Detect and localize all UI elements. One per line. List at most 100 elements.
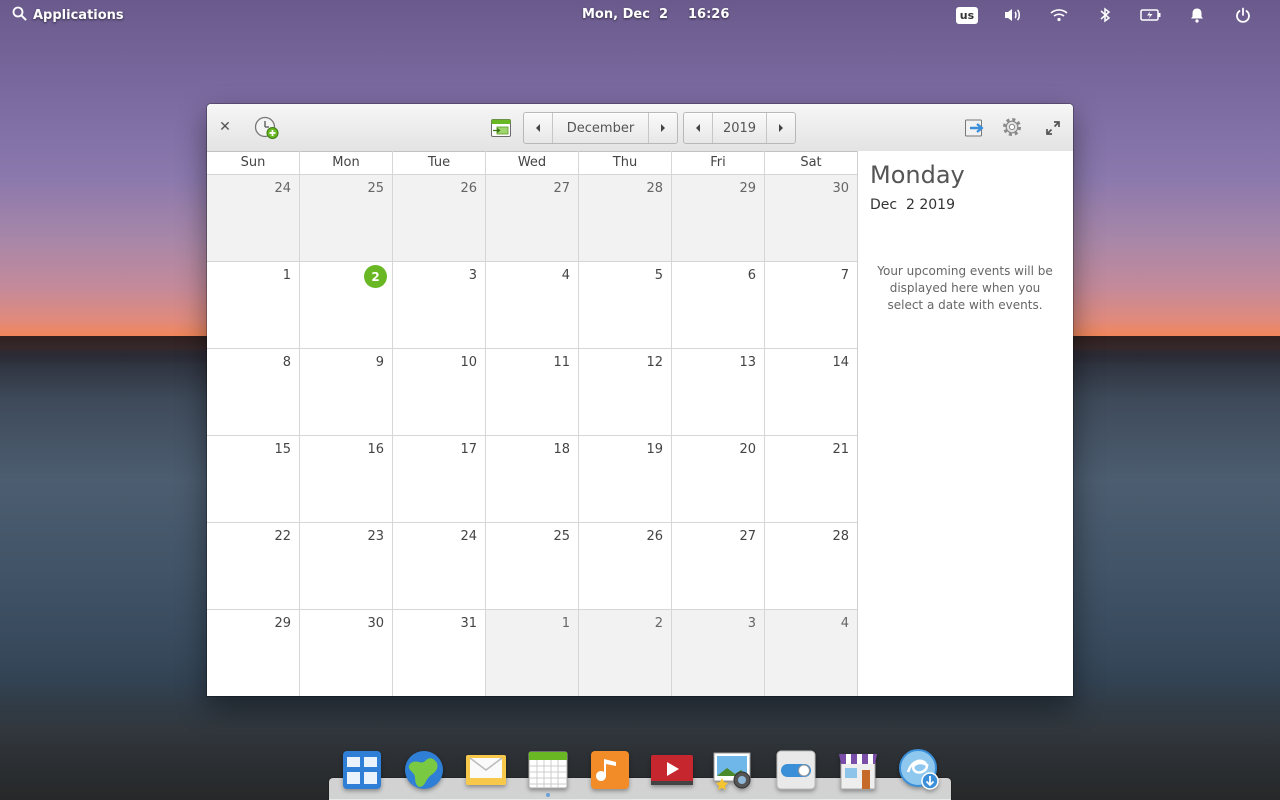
day-cell[interactable]: 25 (486, 523, 579, 610)
day-number: 9 (375, 355, 384, 370)
mail-icon[interactable] (462, 747, 510, 793)
add-event-button[interactable] (254, 115, 280, 145)
go-to-today-button[interactable] (490, 117, 512, 143)
day-cell[interactable]: 18 (486, 436, 579, 523)
day-cell[interactable]: 12 (579, 349, 672, 436)
day-number: 11 (553, 355, 570, 370)
day-number: 30 (832, 181, 849, 196)
bluetooth-icon[interactable] (1082, 4, 1128, 26)
day-cell[interactable]: 17 (393, 436, 486, 523)
keyboard-layout-label: us (955, 6, 979, 24)
export-icon (965, 119, 984, 137)
day-cell[interactable]: 24 (393, 523, 486, 610)
day-cell[interactable]: 8 (207, 349, 300, 436)
agenda-sidebar: Monday Dec 2 2019 Your upcoming events w… (858, 151, 1073, 696)
day-cell[interactable]: 28 (765, 523, 857, 610)
music-icon[interactable] (586, 747, 634, 793)
day-cell[interactable]: 1 (486, 610, 579, 696)
day-cell[interactable]: 4 (486, 262, 579, 349)
day-cell[interactable]: 20 (672, 436, 765, 523)
year-label: 2019 (722, 120, 757, 136)
calendar-icon[interactable] (524, 747, 572, 797)
day-cell[interactable]: 29 (672, 175, 765, 262)
weekday-label: Mon (300, 151, 393, 174)
web-browser-icon[interactable] (400, 747, 448, 793)
next-year-button[interactable] (766, 113, 795, 143)
year-switcher: 2019 (683, 112, 796, 144)
dock-items (338, 747, 944, 797)
power-icon[interactable] (1220, 4, 1266, 26)
installer-icon[interactable] (896, 747, 944, 793)
day-cell[interactable]: 29 (207, 610, 300, 696)
day-cell[interactable]: 10 (393, 349, 486, 436)
agenda-weekday: Monday (870, 161, 965, 189)
add-event-icon (254, 116, 279, 139)
day-cell[interactable]: 21 (765, 436, 857, 523)
chevron-left-icon (696, 124, 700, 132)
day-cell[interactable]: 23 (300, 523, 393, 610)
day-cell[interactable]: 19 (579, 436, 672, 523)
next-month-button[interactable] (648, 113, 677, 143)
previous-year-button[interactable] (684, 113, 713, 143)
volume-icon[interactable] (990, 4, 1036, 26)
day-number: 24 (460, 529, 477, 544)
day-cell[interactable]: 16 (300, 436, 393, 523)
appcenter-icon[interactable] (834, 747, 882, 793)
day-cell[interactable]: 22 (207, 523, 300, 610)
settings-button[interactable] (1001, 116, 1023, 142)
day-number: 31 (460, 616, 477, 631)
photos-icon[interactable] (710, 747, 758, 793)
day-cell[interactable]: 25 (300, 175, 393, 262)
day-cell[interactable]: 7 (765, 262, 857, 349)
day-cell[interactable]: 27 (486, 175, 579, 262)
day-cell[interactable]: 11 (486, 349, 579, 436)
settings-icon[interactable] (772, 747, 820, 793)
day-cell[interactable]: 1 (207, 262, 300, 349)
maximize-button[interactable] (1046, 120, 1060, 139)
day-cell[interactable]: 30 (300, 610, 393, 696)
day-cell[interactable]: 4 (765, 610, 857, 696)
day-number: 14 (832, 355, 849, 370)
day-cell[interactable]: 15 (207, 436, 300, 523)
day-number: 20 (739, 442, 756, 457)
applications-menu[interactable]: Applications (12, 6, 124, 25)
day-number: 26 (460, 181, 477, 196)
chevron-left-icon (536, 124, 540, 132)
datetime-indicator[interactable]: Mon, Dec 2 16:26 (582, 7, 729, 22)
day-cell[interactable]: 24 (207, 175, 300, 262)
day-number: 28 (646, 181, 663, 196)
export-button[interactable] (964, 117, 988, 143)
day-cell[interactable]: 2 (579, 610, 672, 696)
wifi-icon[interactable] (1036, 4, 1082, 26)
weekday-label: Sat (800, 155, 822, 170)
notifications-icon[interactable] (1174, 4, 1220, 26)
day-cell[interactable]: 6 (672, 262, 765, 349)
day-cell[interactable]: 9 (300, 349, 393, 436)
day-cell[interactable]: 13 (672, 349, 765, 436)
keyboard-indicator[interactable]: us (944, 4, 990, 26)
day-number: 4 (840, 616, 849, 631)
day-cell[interactable]: 27 (672, 523, 765, 610)
day-cell[interactable]: 28 (579, 175, 672, 262)
multitasking-view-icon[interactable] (338, 747, 386, 793)
day-number: 27 (739, 529, 756, 544)
day-cell[interactable]: 3 (672, 610, 765, 696)
day-cell[interactable]: 14 (765, 349, 857, 436)
day-cell[interactable]: 3 (393, 262, 486, 349)
day-cell[interactable]: 26 (579, 523, 672, 610)
videos-icon[interactable] (648, 747, 696, 793)
weekday-label: Fri (672, 151, 765, 174)
day-cell[interactable]: 31 (393, 610, 486, 696)
panel-time: 16:26 (688, 7, 730, 22)
indicator-area: us (944, 4, 1266, 26)
close-button[interactable]: ✕ (217, 119, 233, 135)
day-number: 16 (367, 442, 384, 457)
day-cell[interactable]: 30 (765, 175, 857, 262)
day-number: 30 (367, 616, 384, 631)
previous-month-button[interactable] (524, 113, 553, 143)
battery-icon[interactable] (1128, 4, 1174, 26)
day-cell-today[interactable]: 2 (300, 262, 393, 349)
day-cell[interactable]: 26 (393, 175, 486, 262)
day-number: 5 (654, 268, 663, 283)
day-cell[interactable]: 5 (579, 262, 672, 349)
